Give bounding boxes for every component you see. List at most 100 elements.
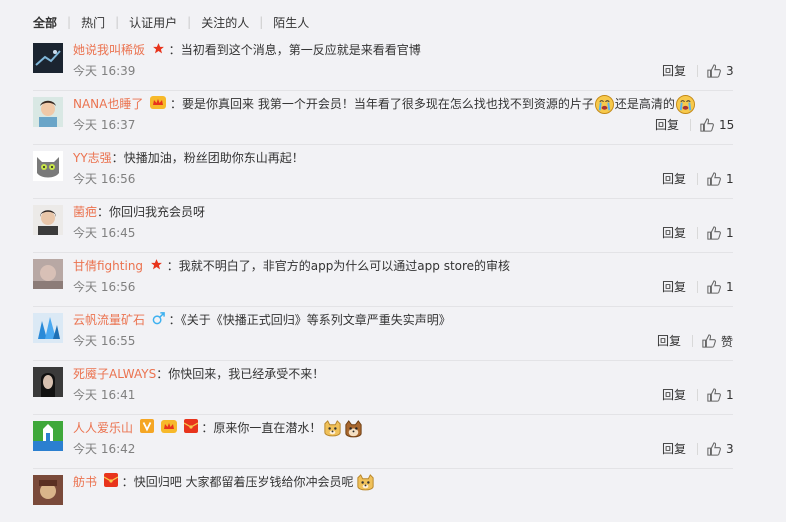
thumbs-up-icon	[707, 226, 721, 240]
reply-button[interactable]: 回复	[662, 63, 686, 79]
thumbs-up-icon	[707, 172, 721, 186]
star-badge-icon[interactable]	[152, 42, 165, 60]
like-button[interactable]: 15	[700, 116, 734, 134]
comment-time: 今天 16:55	[73, 334, 136, 348]
red-envelope-icon[interactable]	[183, 419, 198, 438]
doge-emoji-icon	[355, 473, 374, 492]
comment-time: 今天 16:37	[73, 118, 136, 132]
avatar[interactable]	[33, 97, 63, 127]
reply-button[interactable]: 回复	[662, 279, 686, 295]
divider	[697, 281, 698, 293]
like-button[interactable]: 3	[707, 62, 734, 80]
comment-time: 今天 16:41	[73, 388, 136, 402]
colon: ：	[168, 313, 181, 327]
doge-emoji-icon	[322, 419, 341, 438]
like-button[interactable]: 3	[707, 440, 734, 458]
colon: ：	[111, 151, 124, 165]
comment-list: 她说我叫稀饭 ：当初看到这个消息，第一反应就是来看看官博 今天 16:39 回复…	[33, 37, 734, 522]
colon: ：	[168, 43, 181, 57]
avatar[interactable]	[33, 205, 63, 235]
thumbs-up-icon	[707, 64, 721, 78]
thumbs-up-icon	[707, 280, 721, 294]
like-label: 赞	[721, 334, 734, 349]
comment-username[interactable]: 云帆流量矿石	[73, 313, 145, 327]
reply-button[interactable]: 回复	[662, 225, 686, 241]
comment-text: 原来你一直在潜水！	[213, 421, 322, 435]
avatar[interactable]	[33, 421, 63, 451]
comment-username[interactable]: NANA也睡了	[73, 97, 143, 111]
tab-divider: |	[67, 15, 72, 29]
tab-divider: |	[259, 15, 264, 29]
divider	[692, 335, 693, 347]
divider	[697, 65, 698, 77]
divider	[697, 443, 698, 455]
comment-item: 云帆流量矿石 ：《关于《快播正式回归》等系列文章严重失实声明》 今天 16:55…	[33, 307, 733, 361]
comment-username[interactable]: YY志强	[73, 151, 112, 165]
like-count: 1	[726, 280, 734, 294]
avatar[interactable]	[33, 313, 63, 343]
star-badge-icon[interactable]	[150, 258, 163, 276]
avatar[interactable]	[33, 475, 63, 505]
avatar[interactable]	[33, 259, 63, 289]
red-envelope-icon[interactable]	[103, 473, 119, 492]
comment-item: 甘倩fighting ：我就不明白了，非官方的app为什么可以通过app sto…	[33, 253, 734, 307]
comment-text-continued: 还是高清的	[614, 97, 675, 111]
comment-panel: 全部 | 热门 | 认证用户 | 关注的人 | 陌生人 她说我叫稀饭 ：当初看到…	[0, 0, 786, 505]
vip-crown-icon[interactable]	[160, 419, 177, 438]
tab-strangers[interactable]: 陌生人	[273, 14, 309, 31]
comment-item: 人人爱乐山 ：原来你一直在潜水！ 今天 16:42 回复 3	[33, 415, 734, 469]
divider	[697, 389, 698, 401]
reply-button[interactable]: 回复	[662, 171, 686, 187]
comment-username[interactable]: 甘倩fighting	[73, 259, 143, 273]
reply-button[interactable]: 回复	[657, 333, 681, 349]
dog-emoji-icon	[343, 419, 362, 438]
comment-time: 今天 16:42	[73, 442, 136, 456]
comment-time: 今天 16:45	[73, 226, 136, 240]
colon: ：	[97, 205, 110, 219]
colon: ：	[166, 259, 179, 273]
comment-text: 你回归我充会员呀	[109, 205, 206, 219]
colon: ：	[156, 367, 169, 381]
male-gender-icon	[152, 311, 165, 330]
comment-text: 要是你真回来 我第一个开会员！当年看了很多现在怎么找也找不到资源的片子	[182, 97, 594, 111]
reply-button[interactable]: 回复	[655, 117, 679, 133]
verified-v-icon[interactable]	[139, 419, 154, 438]
colon: ：	[201, 421, 214, 435]
like-button[interactable]: 1	[707, 278, 734, 296]
avatar[interactable]	[33, 151, 63, 181]
comment-username[interactable]: 死魇子ALWAYS	[73, 367, 156, 381]
comment-text: 你快回来，我已经承受不来！	[168, 367, 325, 381]
comment-time: 今天 16:56	[73, 280, 136, 294]
comment-username[interactable]: 人人爱乐山	[73, 421, 133, 435]
reply-button[interactable]: 回复	[662, 387, 686, 403]
comment-username[interactable]: 菌疤	[73, 205, 97, 219]
like-count: 3	[726, 442, 734, 456]
like-button[interactable]: 赞	[702, 332, 733, 350]
comment-username[interactable]: 她说我叫稀饭	[73, 43, 145, 57]
tab-all[interactable]: 全部	[33, 14, 57, 31]
colon: ：	[170, 97, 183, 111]
like-button[interactable]: 1	[707, 386, 734, 404]
vip-crown-icon[interactable]	[150, 95, 167, 114]
comment-text: 当初看到这个消息，第一反应就是来看看官博	[180, 43, 421, 57]
like-count: 1	[726, 172, 734, 186]
divider	[697, 173, 698, 185]
tab-following[interactable]: 关注的人	[201, 14, 249, 31]
like-count: 1	[726, 226, 734, 240]
comment-item: NANA也睡了 ：要是你真回来 我第一个开会员！当年看了很多现在怎么找也找不到资…	[33, 91, 734, 145]
like-count: 3	[726, 64, 734, 78]
tab-divider: |	[187, 15, 192, 29]
tab-hot[interactable]: 热门	[81, 14, 105, 31]
avatar[interactable]	[33, 43, 63, 73]
avatar[interactable]	[33, 367, 63, 397]
comment-text: 《关于《快播正式回归》等系列文章严重失实声明》	[180, 313, 451, 327]
like-button[interactable]: 1	[707, 224, 734, 242]
like-count: 15	[719, 118, 735, 132]
comment-item: 死魇子ALWAYS：你快回来，我已经承受不来！ 今天 16:41 回复 1	[33, 361, 734, 415]
tab-verified[interactable]: 认证用户	[129, 14, 177, 31]
like-button[interactable]: 1	[707, 170, 734, 188]
comment-item: 菌疤：你回归我充会员呀 今天 16:45 回复 1	[33, 199, 734, 253]
reply-button[interactable]: 回复	[662, 441, 686, 457]
comment-text: 快播加油，粉丝团助你东山再起！	[123, 151, 304, 165]
comment-text: 我就不明白了，非官方的app为什么可以通过app store的审核	[178, 259, 511, 273]
